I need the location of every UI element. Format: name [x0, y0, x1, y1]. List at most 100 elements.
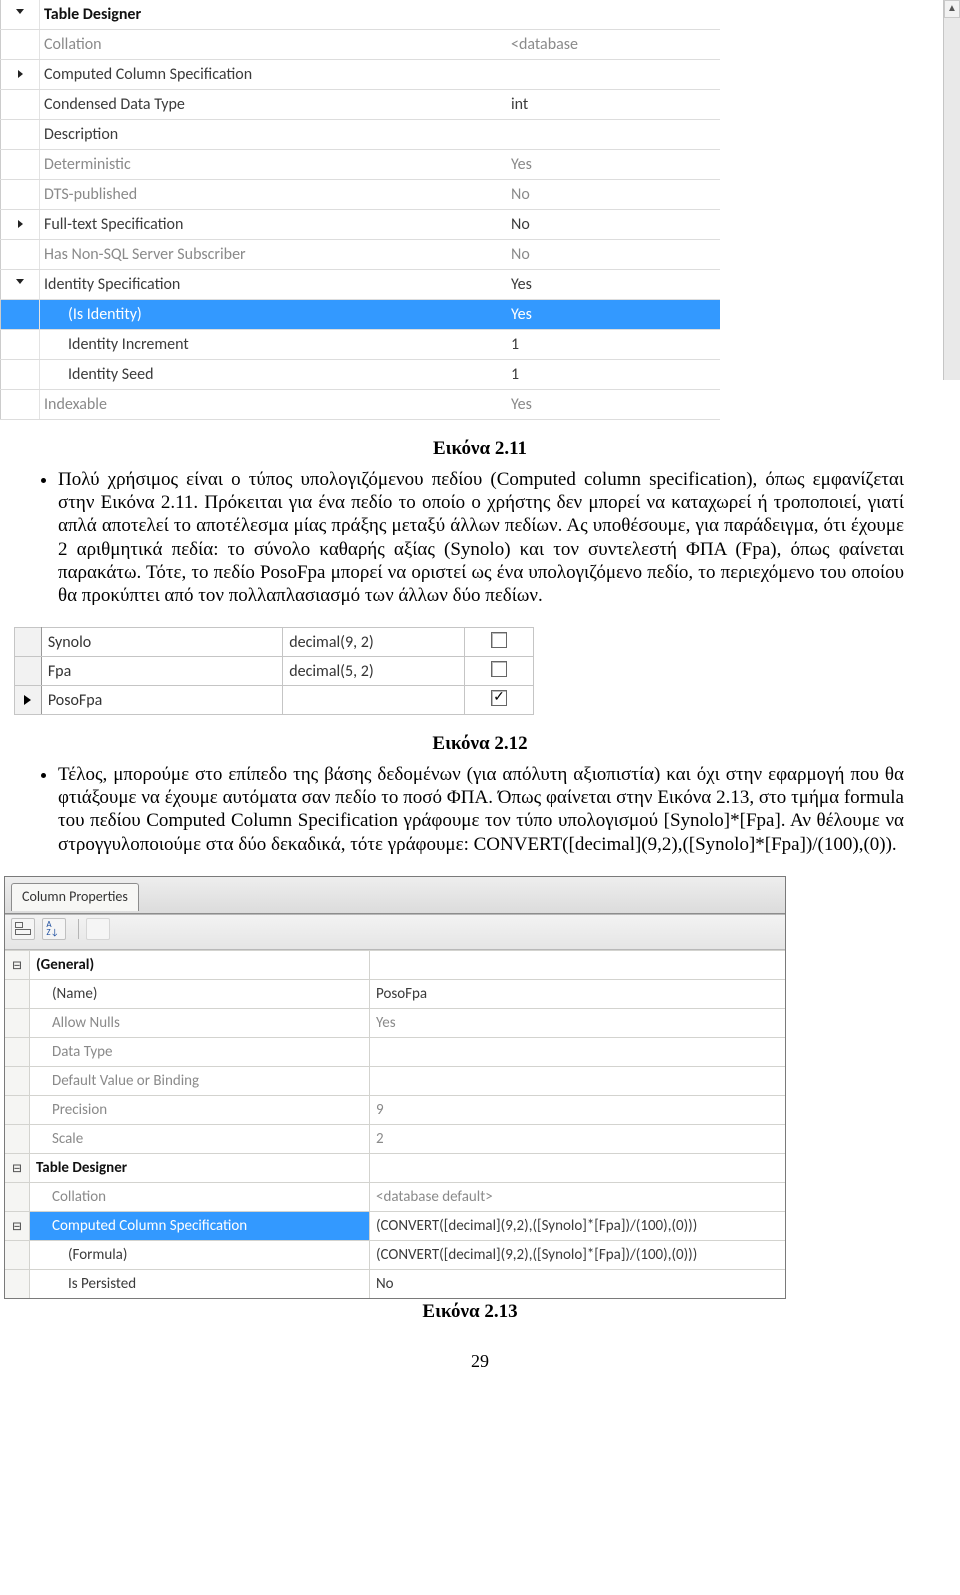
expand-cell[interactable]	[5, 1095, 30, 1124]
property-value[interactable]	[370, 950, 786, 979]
scrollbar[interactable]: ▲	[943, 0, 960, 380]
expand-cell[interactable]	[5, 1124, 30, 1153]
column-properties-panel: Column Properties ⊟(General)(Name)PosoFp…	[4, 876, 786, 1299]
property-value[interactable]: PosoFpa	[370, 979, 786, 1008]
property-value[interactable]	[509, 60, 720, 90]
expand-cell[interactable]	[5, 1240, 30, 1269]
checkbox-icon[interactable]	[491, 690, 507, 706]
property-label: Scale	[30, 1124, 370, 1153]
property-row[interactable]: Computed Column Specification	[1, 60, 721, 90]
expand-right-icon[interactable]	[18, 220, 23, 228]
checkbox-icon[interactable]	[491, 632, 507, 648]
expand-cell[interactable]: ⊟	[5, 950, 30, 979]
property-value[interactable]	[370, 1037, 786, 1066]
property-value[interactable]: No	[509, 240, 720, 270]
property-value[interactable]: No	[370, 1269, 786, 1298]
tab-column-properties[interactable]: Column Properties	[11, 883, 139, 911]
row-header[interactable]	[15, 657, 42, 686]
allow-nulls-cell[interactable]	[465, 686, 534, 715]
grid-row[interactable]: Synolodecimal(9, 2)	[15, 628, 534, 657]
categorized-button[interactable]	[11, 918, 35, 940]
property-row[interactable]: Scale2	[5, 1124, 785, 1153]
property-value[interactable]: Yes	[370, 1008, 786, 1037]
property-value[interactable]	[370, 1153, 786, 1182]
figure-caption-1: Εικόνα 2.11	[56, 438, 904, 460]
property-row[interactable]: (Formula)(CONVERT([decimal](9,2),([Synol…	[5, 1240, 785, 1269]
property-value[interactable]: int	[509, 90, 720, 120]
property-label: Table Designer	[40, 0, 510, 30]
expand-open-icon[interactable]	[16, 9, 24, 18]
property-row[interactable]: DeterministicYes	[1, 150, 721, 180]
property-value[interactable]: <database default>	[370, 1182, 786, 1211]
property-pages-button[interactable]	[86, 918, 110, 940]
property-row[interactable]: Identity SpecificationYes	[1, 270, 721, 300]
property-row[interactable]: ⊟Computed Column Specification(CONVERT([…	[5, 1211, 785, 1240]
column-type-cell[interactable]: decimal(5, 2)	[283, 657, 465, 686]
property-row[interactable]: Is PersistedNo	[5, 1269, 785, 1298]
property-value[interactable]	[509, 0, 720, 30]
property-row[interactable]: DTS-publishedNo	[1, 180, 721, 210]
property-row[interactable]: ⊟Table Designer	[5, 1153, 785, 1182]
property-row[interactable]: Allow NullsYes	[5, 1008, 785, 1037]
allow-nulls-cell[interactable]	[465, 657, 534, 686]
property-row[interactable]: IndexableYes	[1, 390, 721, 420]
grid-row[interactable]: PosoFpa	[15, 686, 534, 715]
expand-cell[interactable]	[5, 1008, 30, 1037]
property-value[interactable]: Yes	[509, 270, 720, 300]
property-row[interactable]: Table Designer	[1, 0, 721, 30]
expand-open-icon[interactable]	[16, 279, 24, 288]
property-value[interactable]: (CONVERT([decimal](9,2),([Synolo]*[Fpa])…	[370, 1240, 786, 1269]
expand-cell[interactable]	[5, 979, 30, 1008]
sort-az-button[interactable]	[42, 918, 66, 940]
property-row[interactable]: Description	[1, 120, 721, 150]
checkbox-icon[interactable]	[491, 661, 507, 677]
property-row[interactable]: Data Type	[5, 1037, 785, 1066]
property-value[interactable]: 1	[509, 360, 720, 390]
expand-cell[interactable]	[5, 1037, 30, 1066]
property-row[interactable]: (Name)PosoFpa	[5, 979, 785, 1008]
property-value[interactable]: 2	[370, 1124, 786, 1153]
property-label: Collation	[30, 1182, 370, 1211]
column-type-cell[interactable]: decimal(9, 2)	[283, 628, 465, 657]
expand-cell[interactable]	[5, 1182, 30, 1211]
property-value[interactable]: 1	[509, 330, 720, 360]
property-row[interactable]: Condensed Data Typeint	[1, 90, 721, 120]
property-value[interactable]	[370, 1066, 786, 1095]
property-row[interactable]: ⊟(General)	[5, 950, 785, 979]
property-row[interactable]: Full-text SpecificationNo	[1, 210, 721, 240]
property-value[interactable]: <database	[509, 30, 720, 60]
property-value[interactable]: Yes	[509, 150, 720, 180]
property-value[interactable]: 9	[370, 1095, 786, 1124]
property-row[interactable]: Collation<database	[1, 30, 721, 60]
column-type-cell[interactable]	[283, 686, 465, 715]
column-name-cell[interactable]: PosoFpa	[41, 686, 282, 715]
column-name-cell[interactable]: Synolo	[41, 628, 282, 657]
property-value[interactable]: Yes	[509, 300, 720, 330]
property-row[interactable]: Identity Increment1	[1, 330, 721, 360]
expand-cell[interactable]: ⊟	[5, 1153, 30, 1182]
allow-nulls-cell[interactable]	[465, 628, 534, 657]
property-row[interactable]: Has Non-SQL Server SubscriberNo	[1, 240, 721, 270]
expand-right-icon[interactable]	[18, 70, 23, 78]
row-header[interactable]	[15, 628, 42, 657]
property-value[interactable]: No	[509, 180, 720, 210]
property-value[interactable]: No	[509, 210, 720, 240]
current-row-icon	[24, 695, 31, 705]
scroll-up-button[interactable]: ▲	[944, 0, 960, 18]
property-value[interactable]: Yes	[509, 390, 720, 420]
property-row[interactable]: Collation<database default>	[5, 1182, 785, 1211]
property-value[interactable]: (CONVERT([decimal](9,2),([Synolo]*[Fpa])…	[370, 1211, 786, 1240]
property-row[interactable]: Identity Seed1	[1, 360, 721, 390]
expand-cell[interactable]	[5, 1269, 30, 1298]
expand-cell[interactable]	[5, 1066, 30, 1095]
property-label: Precision	[30, 1095, 370, 1124]
grid-row[interactable]: Fpadecimal(5, 2)	[15, 657, 534, 686]
row-header[interactable]	[15, 686, 42, 715]
property-row[interactable]: (Is Identity)Yes	[1, 300, 721, 330]
expand-cell[interactable]: ⊟	[5, 1211, 30, 1240]
property-value[interactable]	[509, 120, 720, 150]
column-name-cell[interactable]: Fpa	[41, 657, 282, 686]
property-label: Computed Column Specification	[30, 1211, 370, 1240]
property-row[interactable]: Precision9	[5, 1095, 785, 1124]
property-row[interactable]: Default Value or Binding	[5, 1066, 785, 1095]
